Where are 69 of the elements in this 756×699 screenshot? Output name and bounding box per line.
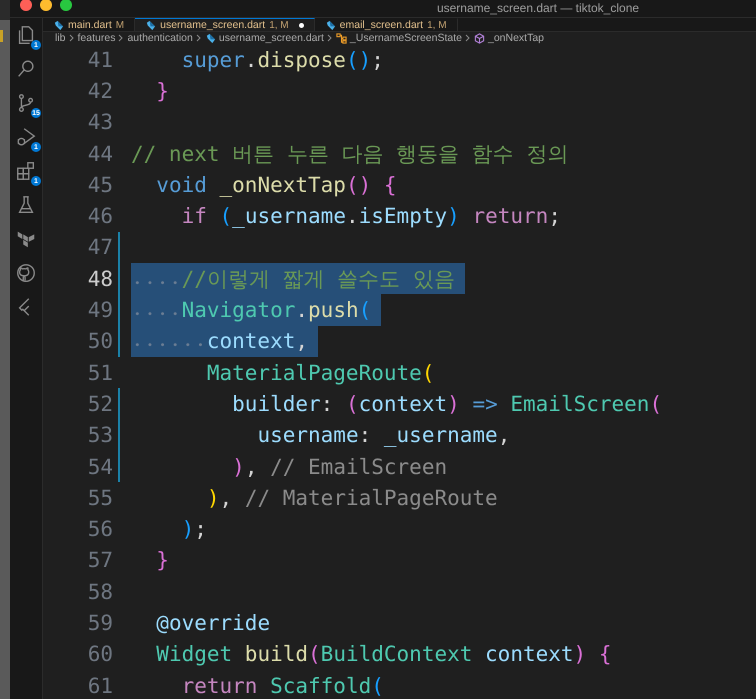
code-line: Widget build(BuildContext context) { — [155, 641, 612, 668]
tab-label: email_screen.dart — [340, 19, 424, 31]
line-number: 46 — [86, 204, 113, 228]
tab-label: main.dart — [68, 19, 112, 31]
breadcrumb-item[interactable]: _UsernameScreenState — [350, 32, 462, 44]
code-line: ), // MaterialPageRoute — [206, 484, 498, 512]
code-line: return Scaffold( — [180, 672, 384, 699]
code-line: super.dispose(); — [180, 46, 384, 74]
github-icon — [15, 262, 37, 284]
zoom-button[interactable] — [60, 0, 72, 11]
method-icon — [474, 32, 485, 44]
window-title: username_screen.dart — tiktok_clone — [436, 1, 640, 15]
line-number: 52 — [86, 392, 113, 416]
line-number: 44 — [86, 142, 113, 166]
minimize-button[interactable] — [40, 0, 52, 11]
unsaved-dot-icon — [298, 22, 304, 28]
dart-file-icon — [53, 20, 64, 30]
code-line: @override — [155, 610, 270, 637]
line-number: 54 — [86, 454, 113, 478]
line-number: 59 — [86, 610, 113, 635]
line-number: 60 — [86, 642, 113, 666]
tab-status: 1, M — [427, 20, 447, 30]
code-line: MaterialPageRoute( — [206, 360, 434, 387]
code-line: ); — [180, 516, 207, 544]
class-icon — [336, 32, 347, 44]
line-number: 42 — [86, 78, 113, 103]
line-number: 49 — [86, 298, 113, 322]
breadcrumb-item[interactable]: _onNextTap — [488, 32, 544, 44]
line-number: 57 — [86, 548, 113, 572]
code-line: // next 버튼 누른 다음 행동을 함수 정의 — [131, 140, 568, 168]
dart-file-icon — [204, 32, 216, 44]
editor-tab[interactable]: username_screen.dart 1, M — [135, 18, 315, 31]
tab-status: 1, M — [269, 20, 289, 30]
line-number: 41 — [86, 48, 113, 72]
chevron-icon — [464, 34, 471, 42]
code-line: builder: (context) => EmailScreen( — [231, 390, 662, 418]
line-number: 53 — [86, 423, 113, 448]
line-number: 45 — [86, 172, 113, 197]
line-number: 51 — [86, 360, 113, 385]
line-number: 48 — [86, 266, 113, 291]
breadcrumb-item[interactable]: features — [78, 32, 116, 44]
line-number: 47 — [86, 235, 113, 260]
code-line: void _onNextTap() { — [155, 172, 397, 199]
breadcrumb-item[interactable]: username_screen.dart — [218, 32, 324, 44]
run-debug-icon — [15, 126, 37, 148]
chevron-icon — [326, 34, 333, 42]
chevron-icon — [196, 34, 202, 42]
tab-status: M — [116, 20, 124, 30]
code-line: ), // EmailScreen — [231, 454, 448, 480]
dart-file-icon — [145, 20, 156, 30]
breadcrumb-item[interactable]: lib — [55, 32, 66, 44]
line-number: 55 — [86, 486, 113, 510]
dart-file-icon — [324, 20, 336, 30]
extensions-icon — [15, 160, 37, 182]
tab-label: username_screen.dart — [160, 19, 266, 31]
close-button[interactable] — [20, 0, 32, 11]
code-line: } — [155, 78, 169, 105]
code-line: username: _username, — [256, 422, 510, 450]
chevron-icon — [68, 34, 75, 42]
code-line: } — [155, 547, 169, 574]
code-line: if (_username.isEmpty) return; — [180, 203, 561, 230]
line-number: 61 — [86, 674, 113, 698]
chevron-icon — [118, 34, 124, 42]
breadcrumb-item[interactable]: authentication — [127, 32, 193, 44]
line-number: 43 — [86, 110, 113, 134]
line-number: 58 — [86, 580, 113, 604]
activity-bar-item[interactable] — [15, 262, 37, 284]
line-number: 50 — [86, 329, 113, 354]
line-number: 56 — [86, 517, 113, 542]
